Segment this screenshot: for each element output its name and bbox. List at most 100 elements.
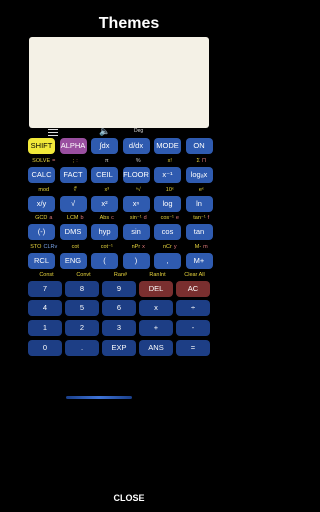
digit-9-button[interactable]: 9 xyxy=(102,281,136,297)
secondary-function-label: cos⁻¹ e xyxy=(154,214,186,222)
cos-button[interactable]: cos xyxy=(154,224,181,240)
secondary-function-label: nCr y xyxy=(154,243,186,251)
fraction-button[interactable]: x/y xyxy=(28,196,55,212)
power-button[interactable]: xⁿ xyxy=(122,196,150,212)
ans-button[interactable]: ANS xyxy=(139,340,173,356)
secondary-function-label: ;: xyxy=(60,157,92,165)
delete-button[interactable]: DEL xyxy=(139,281,173,297)
square-button[interactable]: x² xyxy=(91,196,118,212)
menu-icon[interactable] xyxy=(48,127,58,138)
secondary-function-label: STO CLRv xyxy=(28,243,60,251)
multiply-button[interactable]: x xyxy=(139,300,173,316)
secondary-function-label: x! xyxy=(154,157,186,165)
sqrt-button[interactable]: √ xyxy=(59,196,87,212)
secondary-function-text: e xyxy=(175,215,179,221)
speaker-icon[interactable]: 🔈 xyxy=(99,126,110,136)
digit-4-button[interactable]: 4 xyxy=(28,300,62,316)
digit-2-button[interactable]: 2 xyxy=(65,320,99,336)
subtract-button[interactable]: - xyxy=(176,320,210,336)
secondary-function-text: CLRv xyxy=(43,244,58,250)
digit-3-button[interactable]: 3 xyxy=(102,320,136,336)
secondary-function-text: = xyxy=(52,158,56,164)
angle-mode-indicator: Deg xyxy=(134,128,144,134)
ln-button[interactable]: ln xyxy=(185,196,213,212)
digit-8-button[interactable]: 8 xyxy=(65,281,99,297)
mode-button[interactable]: MODE xyxy=(154,138,181,154)
secondary-function-text: cos⁻¹ xyxy=(160,215,174,221)
shift-button[interactable]: SHIFT xyxy=(28,138,55,154)
on-button[interactable]: ON xyxy=(185,138,213,154)
secondary-function-label: SOLVE = xyxy=(28,157,60,165)
ceil-button[interactable]: CEIL xyxy=(91,167,118,183)
secondary-function-text: Abs xyxy=(99,215,110,221)
alpha-button[interactable]: ALPHA xyxy=(59,138,87,154)
secondary-function-label: Convt xyxy=(65,271,102,279)
secondary-function-text: : xyxy=(76,158,78,164)
secondary-function-label: sin⁻¹ d xyxy=(123,214,155,222)
secondary-function-text: b xyxy=(80,215,84,221)
secondary-function-text: LCM xyxy=(66,215,79,221)
secondary-function-text: RanInt xyxy=(149,272,166,278)
reciprocal-button[interactable]: x⁻¹ xyxy=(154,167,181,183)
tan-button[interactable]: tan xyxy=(185,224,213,240)
add-button[interactable]: + xyxy=(139,320,173,336)
comma-button[interactable]: , xyxy=(154,253,181,269)
negate-button[interactable]: (-) xyxy=(28,224,55,240)
secondary-function-text: sin⁻¹ xyxy=(129,215,142,221)
secondary-function-label: cot⁻¹ xyxy=(91,243,123,251)
secondary-function-text: x³ xyxy=(104,187,110,193)
memory-plus-button[interactable]: M+ xyxy=(185,253,213,269)
open-paren-button[interactable]: ( xyxy=(91,253,118,269)
digit-5-button[interactable]: 5 xyxy=(65,300,99,316)
secondary-function-label: LCM b xyxy=(60,214,92,222)
calc-button[interactable]: CALC xyxy=(28,167,55,183)
page-title: Themes xyxy=(98,15,160,32)
secondary-function-label: 10ˣ xyxy=(154,186,186,194)
secondary-function-text: nPr xyxy=(131,244,141,250)
secondary-function-label: ΣΠ xyxy=(186,157,218,165)
rcl-button[interactable]: RCL xyxy=(28,253,55,269)
secondary-function-text: nCr xyxy=(162,244,172,250)
derivative-button[interactable]: d/dx xyxy=(122,138,150,154)
decimal-button[interactable]: . xyxy=(65,340,99,356)
divide-button[interactable]: ÷ xyxy=(176,300,210,316)
log-button[interactable]: log xyxy=(154,196,181,212)
secondary-function-text: m xyxy=(203,244,208,250)
secondary-function-label: ⁿ√ xyxy=(123,186,155,194)
floor-button[interactable]: FLOOR xyxy=(122,167,150,183)
secondary-function-text: Σ xyxy=(196,158,200,164)
all-clear-button[interactable]: AC xyxy=(176,281,210,297)
secondary-function-label: Abs c xyxy=(91,214,123,222)
secondary-function-text: d xyxy=(143,215,147,221)
fact-button[interactable]: FACT xyxy=(59,167,87,183)
logax-button[interactable]: logₐx xyxy=(185,167,213,183)
sin-button[interactable]: sin xyxy=(122,224,150,240)
secondary-function-label: cot xyxy=(60,243,92,251)
secondary-function-text: Const xyxy=(39,272,54,278)
status-bar: 🔈 Deg xyxy=(45,126,215,137)
secondary-function-text: tan⁻¹ xyxy=(193,215,206,221)
secondary-function-text: GCD xyxy=(35,215,48,221)
secondary-function-text: cot⁻¹ xyxy=(100,244,113,250)
dms-button[interactable]: DMS xyxy=(59,224,87,240)
secondary-function-text: SOLVE xyxy=(32,158,51,164)
digit-0-button[interactable]: 0 xyxy=(28,340,62,356)
secondary-function-text: ; xyxy=(72,158,75,164)
secondary-function-label: x³ xyxy=(91,186,123,194)
close-paren-button[interactable]: ) xyxy=(122,253,150,269)
digit-6-button[interactable]: 6 xyxy=(102,300,136,316)
secondary-function-text: cot xyxy=(71,244,79,250)
calculator-display xyxy=(29,37,209,128)
secondary-function-text: c xyxy=(111,215,114,221)
equals-button[interactable]: = xyxy=(176,340,210,356)
hyp-button[interactable]: hyp xyxy=(91,224,118,240)
integral-button[interactable]: ∫dx xyxy=(91,138,118,154)
secondary-function-label: Ran# xyxy=(102,271,139,279)
close-button[interactable]: CLOSE xyxy=(0,493,258,503)
secondary-function-text: Clear All xyxy=(184,272,205,278)
secondary-function-text: % xyxy=(135,158,141,164)
eng-button[interactable]: ENG xyxy=(59,253,87,269)
digit-7-button[interactable]: 7 xyxy=(28,281,62,297)
exp-button[interactable]: EXP xyxy=(102,340,136,356)
digit-1-button[interactable]: 1 xyxy=(28,320,62,336)
